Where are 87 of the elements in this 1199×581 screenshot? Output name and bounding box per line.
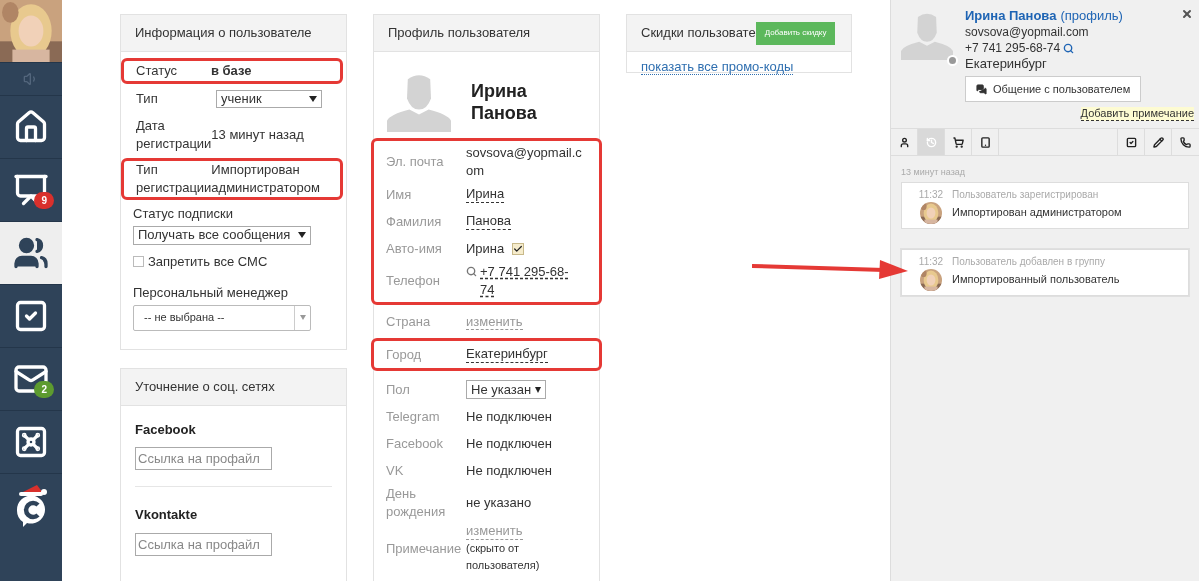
- chat-icon: [976, 83, 987, 95]
- field-value: 13 минут назад: [211, 126, 305, 144]
- checkbox[interactable]: [133, 255, 144, 267]
- checkbox-icon: [1125, 136, 1137, 148]
- dropdown-arrow-icon: [535, 386, 541, 393]
- count-badge: 2: [34, 381, 54, 398]
- house-icon: [13, 109, 49, 145]
- history-icon: [925, 136, 937, 148]
- phone-link[interactable]: +7 741 295-68-74: [480, 263, 574, 299]
- editable-value[interactable]: Ирина: [466, 186, 505, 203]
- card-title: Информация о пользователе: [135, 24, 312, 43]
- close-icon[interactable]: [1181, 8, 1193, 20]
- field-value: Импортирован администратором: [211, 161, 321, 197]
- user-name: Ирина Панова: [471, 80, 538, 124]
- event-time: 11:32: [918, 255, 944, 268]
- add-note-link[interactable]: Добавить примечание: [1080, 107, 1194, 121]
- phone-icon: [1180, 136, 1191, 148]
- profile-link[interactable]: (профиль): [1060, 8, 1123, 24]
- chart-board-icon: [13, 172, 49, 208]
- field-label: Фамилия: [386, 212, 443, 231]
- field-label: Страна: [386, 312, 432, 331]
- sidebar-item[interactable]: [0, 221, 62, 284]
- user-city: Екатеринбург: [965, 56, 1048, 72]
- section-heading: Vkontakte: [135, 506, 199, 524]
- promo-codes-link[interactable]: показать все промо-коды: [641, 59, 794, 75]
- field-label: Имя: [386, 185, 413, 204]
- field-label: Тип регистрации: [136, 161, 212, 197]
- field-label: Telegram: [386, 407, 441, 426]
- checkbox-label: Запретить все СМС: [148, 252, 268, 271]
- field-label: VK: [386, 461, 405, 480]
- cart-icon: [952, 136, 964, 148]
- card-title: Скидки пользовате: [641, 24, 756, 43]
- profile-link-field[interactable]: Ссылка на профайл: [135, 447, 272, 470]
- profile-link-field[interactable]: Ссылка на профайл: [135, 532, 272, 556]
- field-label: Примечание: [386, 539, 463, 558]
- card-title: Профиль пользователя: [388, 24, 531, 43]
- field-label: Статус подписки: [133, 205, 235, 223]
- event-time: 11:32: [918, 188, 944, 201]
- checkbox-icon: [13, 298, 49, 334]
- field-value: не указано: [466, 494, 533, 513]
- note-hint: (скрыто от пользователя): [466, 541, 541, 573]
- field-value: Не подключен: [466, 407, 553, 426]
- tablet-icon: [979, 136, 991, 148]
- card-title: Уточнение о соц. сетях: [135, 377, 275, 396]
- field-label: Эл. почта: [386, 153, 445, 171]
- feed-date: 13 минут назад: [900, 166, 967, 179]
- user-email: sovsova@yopmail.com: [965, 24, 1090, 40]
- checkbox[interactable]: [512, 242, 525, 255]
- search-icon[interactable]: [1063, 42, 1075, 54]
- field-value: sovsova@yopmail.com: [466, 144, 583, 180]
- event-text: Импортирован администратором: [952, 204, 1122, 220]
- field-label: Пол: [386, 380, 411, 399]
- person-icon: [898, 136, 910, 148]
- search-icon[interactable]: [466, 266, 477, 277]
- dropdown-arrow-icon: [298, 232, 306, 238]
- field-value: Ирина: [466, 239, 505, 258]
- field-value: Не подключен: [466, 461, 553, 480]
- pencil-icon: [1152, 136, 1164, 148]
- field-label: Телефон: [386, 272, 441, 290]
- user-name-link[interactable]: Ирина Панова: [965, 8, 1057, 24]
- count-badge: 9: [34, 192, 54, 209]
- manager-select[interactable]: -- не выбрана --: [133, 304, 311, 331]
- field-label: Тип: [136, 90, 159, 108]
- field-label: Facebook: [386, 434, 445, 453]
- field-value: Не подключен: [466, 434, 553, 453]
- type-select[interactable]: ученик: [216, 90, 322, 108]
- dropdown-arrow-icon: [299, 315, 306, 320]
- event-text: Импортированный пользователь: [952, 271, 1120, 287]
- field-label: Персональный менеджер: [133, 284, 289, 302]
- field-label: Статус: [136, 62, 179, 80]
- section-heading: Facebook: [135, 420, 197, 439]
- field-label: Город: [386, 345, 423, 364]
- dropdown-arrow-icon: [309, 96, 317, 102]
- editable-value[interactable]: Панова: [466, 213, 511, 230]
- subscription-select[interactable]: Получать все сообщения: [133, 225, 311, 245]
- chat-button[interactable]: Общение с пользователем: [965, 76, 1142, 102]
- field-label: Дата регистрации: [136, 117, 212, 153]
- event-title: Пользователь зарегистрирован: [952, 188, 1100, 201]
- field-label: Авто-имя: [386, 239, 443, 258]
- safe-icon: [13, 424, 49, 460]
- event-title: Пользователь добавлен в группу: [952, 255, 1106, 268]
- field-label: День рождения: [386, 485, 447, 521]
- field-value: в базе: [210, 62, 253, 80]
- editable-value[interactable]: Екатеринбург: [466, 346, 548, 363]
- people-icon: [13, 235, 49, 271]
- gender-select[interactable]: Не указан: [466, 380, 546, 399]
- user-phone: +7 741 295-68-74: [965, 40, 1061, 56]
